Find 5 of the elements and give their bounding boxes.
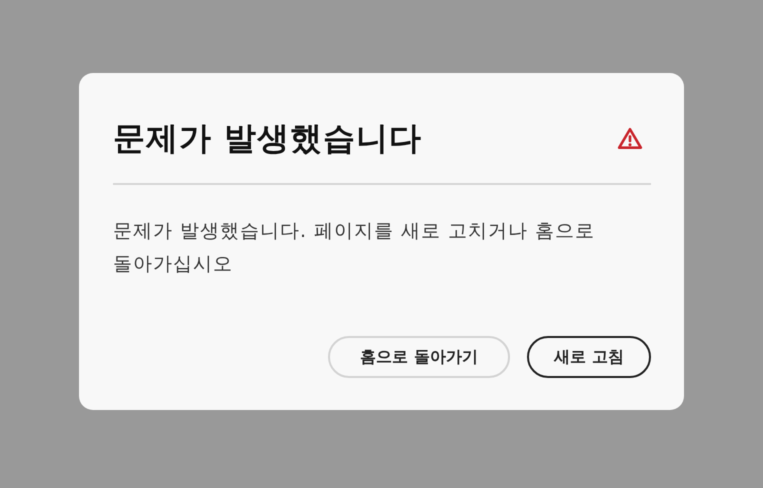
warning-icon xyxy=(617,126,643,152)
refresh-button[interactable]: 새로 고침 xyxy=(527,336,651,378)
dialog-title: 문제가 발생했습니다 xyxy=(113,118,422,159)
dialog-message: 문제가 발생했습니다. 페이지를 새로 고치거나 홈으로 돌아가십시오 xyxy=(113,219,596,277)
home-button[interactable]: 홈으로 돌아가기 xyxy=(328,336,510,378)
